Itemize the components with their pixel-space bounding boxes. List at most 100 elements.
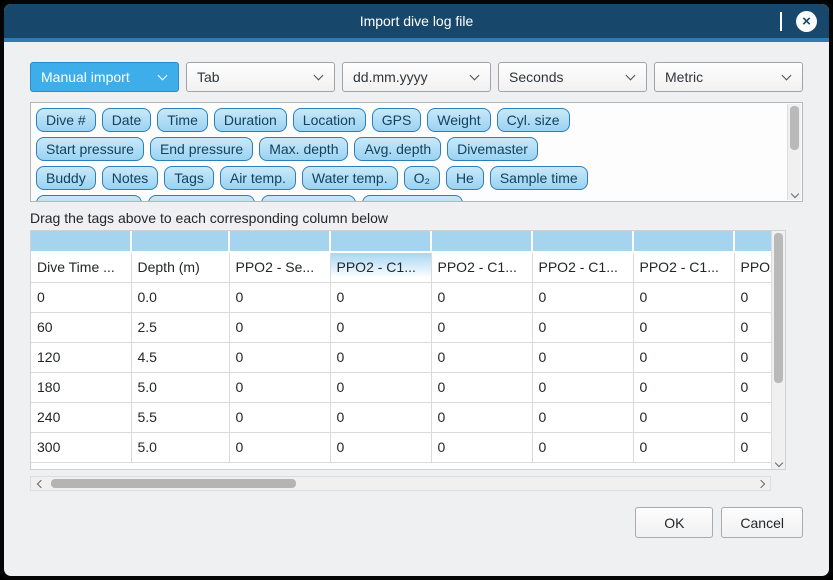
field-tag[interactable]: Time: [157, 108, 208, 132]
scrollbar-handle[interactable]: [774, 233, 783, 383]
scrollbar-handle[interactable]: [51, 479, 296, 488]
tag-row: Dive #DateTimeDurationLocationGPSWeight C…: [36, 108, 780, 132]
table-cell: 0: [330, 282, 431, 312]
table-row: 1204.5000000: [31, 342, 771, 372]
combobox-value: Tab: [197, 69, 310, 85]
table-cell: 5.0: [131, 432, 229, 462]
table-cell: 0: [633, 342, 734, 372]
column-header: PPO2: [734, 252, 771, 282]
field-tag[interactable]: Sample pO₂: [261, 195, 356, 202]
tag-row: BuddyNotesTagsAir temp.Water temp.O₂HeSa…: [36, 166, 780, 190]
table-cell: 0: [633, 312, 734, 342]
table-cell: 0: [532, 402, 633, 432]
field-tag[interactable]: Dive #: [36, 108, 96, 132]
field-tag[interactable]: GPS: [372, 108, 422, 132]
table-cell: 0: [431, 432, 532, 462]
scroll-down-button[interactable]: [772, 463, 785, 466]
table-cell: 0: [734, 372, 771, 402]
table-cell: 180: [31, 372, 131, 402]
chevron-down-icon: [780, 12, 782, 31]
settings-row: Manual import Tab dd.mm.yyyySecondsMetric: [30, 62, 803, 92]
field-tag[interactable]: Buddy: [36, 166, 96, 190]
tag-list: Dive #DateTimeDurationLocationGPSWeight C…: [36, 108, 780, 202]
titlebar[interactable]: Import dive log file ×: [4, 4, 829, 38]
close-icon: ×: [802, 14, 811, 29]
field-tag[interactable]: Sample depth: [36, 195, 142, 202]
table-cell: 5.5: [131, 402, 229, 432]
field-tag[interactable]: He: [446, 166, 484, 190]
import-mode-combobox[interactable]: Manual import: [30, 62, 179, 92]
table-vertical-scrollbar[interactable]: [771, 231, 785, 469]
close-button[interactable]: ×: [796, 11, 817, 32]
table-cell: 0: [734, 432, 771, 462]
table-cell: 0: [229, 402, 330, 432]
table-cell: 0: [734, 312, 771, 342]
field-tag[interactable]: Date: [102, 108, 152, 132]
field-tag[interactable]: Notes: [102, 166, 159, 190]
preview-table-viewport: Dive Time ...Depth (m)PPO2 - Se...PPO2 -…: [31, 231, 771, 469]
tag-area-scrollbar[interactable]: [787, 104, 801, 200]
table-cell: 120: [31, 342, 131, 372]
column-header: PPO2 - C1...: [633, 252, 734, 282]
drop-target-cell[interactable]: [31, 231, 131, 252]
scrollbar-handle[interactable]: [790, 106, 799, 150]
scroll-down-button[interactable]: [788, 194, 801, 197]
chevron-left-icon: [36, 479, 44, 487]
field-tag[interactable]: Water temp.: [302, 166, 398, 190]
chevron-down-icon: [778, 75, 794, 79]
field-tag[interactable]: Max. depth: [259, 137, 348, 161]
table-row: 3005.0000000: [31, 432, 771, 462]
table-cell: 0: [633, 372, 734, 402]
field-tag[interactable]: End pressure: [150, 137, 253, 161]
table-horizontal-scrollbar[interactable]: [30, 476, 771, 491]
chevron-down-icon: [622, 75, 638, 79]
drop-target-cell[interactable]: [633, 231, 734, 252]
column-header: PPO2 - C1...: [532, 252, 633, 282]
field-tag[interactable]: O₂: [404, 166, 440, 190]
table-cell: 300: [31, 432, 131, 462]
field-tag[interactable]: Avg. depth: [354, 137, 441, 161]
table-cell: 240: [31, 402, 131, 432]
titlebar-controls: ×: [780, 4, 817, 38]
shade-button[interactable]: [780, 12, 782, 30]
field-tag[interactable]: Weight: [427, 108, 490, 132]
table-cell: 0: [431, 342, 532, 372]
window-frame: Import dive log file × Manual import Tab d…: [0, 0, 833, 580]
field-tag[interactable]: Divemaster: [447, 137, 538, 161]
column-header: PPO2 - C1...: [431, 252, 532, 282]
table-cell: 0: [431, 372, 532, 402]
field-tag[interactable]: Start pressure: [36, 137, 144, 161]
chevron-down-icon: [466, 75, 482, 79]
drop-target-cell[interactable]: [131, 231, 229, 252]
table-cell: 0: [229, 372, 330, 402]
chevron-down-icon: [774, 459, 782, 467]
cancel-button[interactable]: Cancel: [721, 507, 803, 538]
combobox-value: Manual import: [41, 69, 154, 85]
scroll-right-button[interactable]: [754, 481, 770, 487]
time-format-combobox[interactable]: Seconds: [498, 62, 647, 92]
field-tag[interactable]: Cyl. size: [497, 108, 570, 132]
field-tag[interactable]: Sample time: [490, 166, 588, 190]
field-tag[interactable]: Duration: [214, 108, 287, 132]
scrollbar-track[interactable]: [47, 477, 754, 490]
field-tag[interactable]: Location: [293, 108, 366, 132]
table-cell: 2.5: [131, 312, 229, 342]
drop-target-cell[interactable]: [330, 231, 431, 252]
field-separator-combobox[interactable]: Tab: [186, 62, 335, 92]
date-format-combobox[interactable]: dd.mm.yyyy: [342, 62, 491, 92]
field-tag[interactable]: Sample temp.: [148, 195, 254, 202]
table-cell: 0.0: [131, 282, 229, 312]
field-tag[interactable]: Sample CNS: [362, 195, 463, 202]
field-tag[interactable]: Air temp.: [220, 166, 296, 190]
table-cell: 0: [330, 312, 431, 342]
scroll-left-button[interactable]: [31, 481, 47, 487]
drop-target-cell[interactable]: [532, 231, 633, 252]
units-combobox[interactable]: Metric: [654, 62, 803, 92]
drop-target-cell[interactable]: [734, 231, 771, 252]
ok-button[interactable]: OK: [635, 507, 713, 538]
table-cell: 0: [734, 342, 771, 372]
field-tag[interactable]: Tags: [164, 166, 214, 190]
drop-target-cell[interactable]: [431, 231, 532, 252]
drop-target-cell[interactable]: [229, 231, 330, 252]
table-cell: 0: [532, 432, 633, 462]
